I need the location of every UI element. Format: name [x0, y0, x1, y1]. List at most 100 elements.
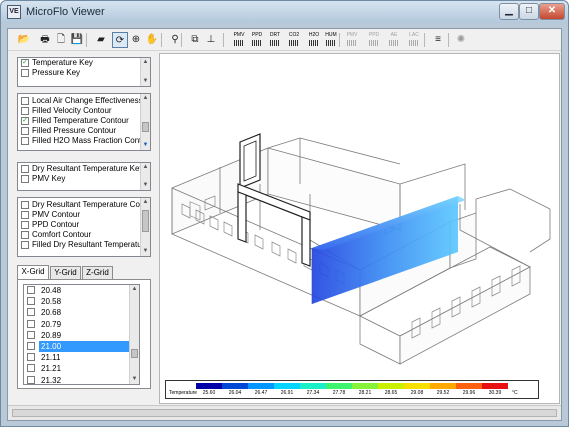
zoom-icon[interactable]: ⊕ [128, 32, 144, 48]
horizontal-scrollbar[interactable] [8, 405, 561, 420]
grid-value-item[interactable]: 20.58 [24, 296, 139, 307]
list-item[interactable]: ✓ Filled Temperature Contour [18, 116, 150, 126]
aeo-disabled-icon[interactable]: AE [386, 32, 402, 48]
settings-icon[interactable]: ≡ [430, 32, 446, 48]
checkbox[interactable] [21, 97, 29, 105]
axis-icon[interactable]: ⊥ [203, 32, 219, 48]
grid-value-item[interactable]: 20.79 [24, 319, 139, 330]
lac-disabled-icon[interactable]: LAC [406, 32, 422, 48]
list-item[interactable]: Filled Pressure Contour [18, 126, 150, 136]
checkbox[interactable] [27, 297, 35, 306]
list-item[interactable]: PMV Key [18, 174, 150, 184]
maximize-button[interactable]: □ [519, 3, 539, 20]
checkbox[interactable] [27, 330, 35, 339]
h2o-icon[interactable]: H2O [306, 32, 322, 48]
keys-list-1[interactable]: ✓ Temperature Key Pressure Key ▲ ▼ [17, 57, 151, 87]
grid-list-scrollbar[interactable]: ▲ ▼ [129, 285, 139, 384]
grid-value-item[interactable]: 20.48 [24, 285, 139, 296]
list-item[interactable]: Dry Resultant Temperature Key [18, 164, 150, 174]
keys-list-2[interactable]: Dry Resultant Temperature Key PMV Key ▲ ▼ [17, 162, 151, 191]
list-item[interactable]: Local Air Change Effectiveness [18, 96, 150, 106]
contours-list-2[interactable]: Dry Resultant Temperature Con PMV Contour… [17, 197, 151, 257]
checkbox[interactable] [21, 137, 29, 145]
contours-list-1[interactable]: Local Air Change Effectiveness Filled Vel… [17, 93, 151, 151]
checkbox[interactable] [27, 364, 35, 373]
grid-value-item[interactable]: 21.21 [24, 363, 139, 374]
new-document-icon[interactable]: 🗋 [53, 32, 69, 48]
ppd-disabled-icon[interactable]: PPD [366, 32, 382, 48]
grid-value-item[interactable]: 21.11 [24, 352, 139, 363]
contours-list-1-scrollbar[interactable]: ▲ ▼ [140, 94, 150, 150]
co2-icon[interactable]: CO2 [286, 32, 302, 48]
keys-list-1-scrollbar[interactable]: ▲ ▼ [140, 58, 150, 86]
ppd-icon[interactable]: PPD [249, 32, 265, 48]
horizontal-scroll-thumb[interactable] [12, 409, 557, 417]
probe-icon[interactable]: ⚲ [167, 32, 183, 48]
grid-value-item[interactable]: 21.32 [24, 375, 139, 384]
checkbox[interactable] [21, 127, 29, 135]
checkbox[interactable] [21, 221, 29, 229]
grid-value-list[interactable]: 20.48 20.58 20.68 20.79 20.89 21.00 21.11 21.21… [23, 284, 140, 385]
checkbox[interactable] [21, 69, 29, 77]
checkbox[interactable] [21, 241, 29, 249]
checkbox[interactable] [27, 375, 35, 384]
checkbox[interactable] [21, 211, 29, 219]
list-item[interactable]: Comfort Contour [18, 230, 150, 240]
scroll-up-icon[interactable]: ▲ [130, 285, 139, 294]
checkbox-checked[interactable]: ✓ [21, 59, 29, 67]
checkbox[interactable] [27, 308, 35, 317]
open-folder-icon[interactable]: 📂 [16, 32, 32, 48]
checkbox[interactable] [21, 165, 29, 173]
list-item[interactable]: PPD Contour [18, 220, 150, 230]
tab-z-grid[interactable]: Z-Grid [82, 266, 113, 280]
scroll-down-icon[interactable]: ▼ [141, 247, 150, 256]
checkbox[interactable] [21, 231, 29, 239]
lamp-disabled-icon[interactable]: ✺ [453, 32, 469, 48]
scroll-up-icon[interactable]: ▲ [141, 58, 150, 67]
checkbox[interactable] [21, 175, 29, 183]
scroll-thumb[interactable] [142, 210, 149, 232]
scroll-down-icon[interactable]: ▼ [130, 375, 139, 384]
rotate-icon[interactable]: ⟳ [112, 32, 128, 48]
checkbox[interactable] [27, 341, 35, 350]
scroll-down-icon[interactable]: ▼ [141, 141, 150, 150]
scroll-thumb[interactable] [131, 349, 138, 358]
scroll-down-icon[interactable]: ▼ [141, 181, 150, 190]
list-item[interactable]: Filled H2O Mass Fraction Conto [18, 136, 150, 146]
hum-icon[interactable]: HUM [323, 32, 339, 48]
tab-x-grid[interactable]: X-Grid [17, 265, 49, 280]
pmv-disabled-icon[interactable]: PMV [344, 32, 360, 48]
drt-icon[interactable]: DRT [267, 32, 283, 48]
checkbox[interactable] [21, 107, 29, 115]
list-item[interactable]: ✓ Temperature Key [18, 58, 150, 68]
close-button[interactable]: ✕ [539, 3, 565, 20]
camera-icon[interactable]: ▰ [93, 32, 109, 48]
list-item[interactable]: Pressure Key [18, 68, 150, 78]
print-icon[interactable]: 🖶 [37, 32, 53, 48]
keys-list-2-scrollbar[interactable]: ▲ ▼ [140, 163, 150, 190]
scroll-thumb[interactable] [142, 122, 149, 132]
pmv-icon[interactable]: PMV [231, 32, 247, 48]
checkbox[interactable] [27, 353, 35, 362]
minimize-button[interactable]: ▁ [499, 3, 519, 20]
list-item[interactable]: Dry Resultant Temperature Con [18, 200, 150, 210]
title-bar[interactable]: VE MicroFlo Viewer ▁ □ ✕ [1, 1, 568, 23]
scroll-up-icon[interactable]: ▲ [141, 163, 150, 172]
3d-viewport[interactable]: Temperature °C 25.60 26.04 26.47 26.91 27.34… [159, 53, 560, 404]
scroll-up-icon[interactable]: ▲ [141, 94, 150, 103]
checkbox[interactable] [27, 286, 35, 294]
save-icon[interactable]: 💾 [69, 32, 85, 48]
copy-icon[interactable]: ⧉ [187, 32, 203, 48]
scroll-up-icon[interactable]: ▲ [141, 198, 150, 207]
grid-value-item[interactable]: 20.89 [24, 330, 139, 341]
checkbox[interactable] [21, 201, 29, 209]
tab-y-grid[interactable]: Y-Grid [50, 266, 81, 280]
checkbox[interactable] [27, 319, 35, 328]
list-item[interactable]: Filled Dry Resultant Temperatu [18, 240, 150, 250]
grid-value-item[interactable]: 20.68 [24, 307, 139, 318]
scroll-down-icon[interactable]: ▼ [141, 77, 150, 86]
list-item[interactable]: Filled Velocity Contour [18, 106, 150, 116]
list-item[interactable]: PMV Contour [18, 210, 150, 220]
checkbox-checked[interactable]: ✓ [21, 117, 29, 125]
pan-hand-icon[interactable]: ✋ [144, 32, 160, 48]
